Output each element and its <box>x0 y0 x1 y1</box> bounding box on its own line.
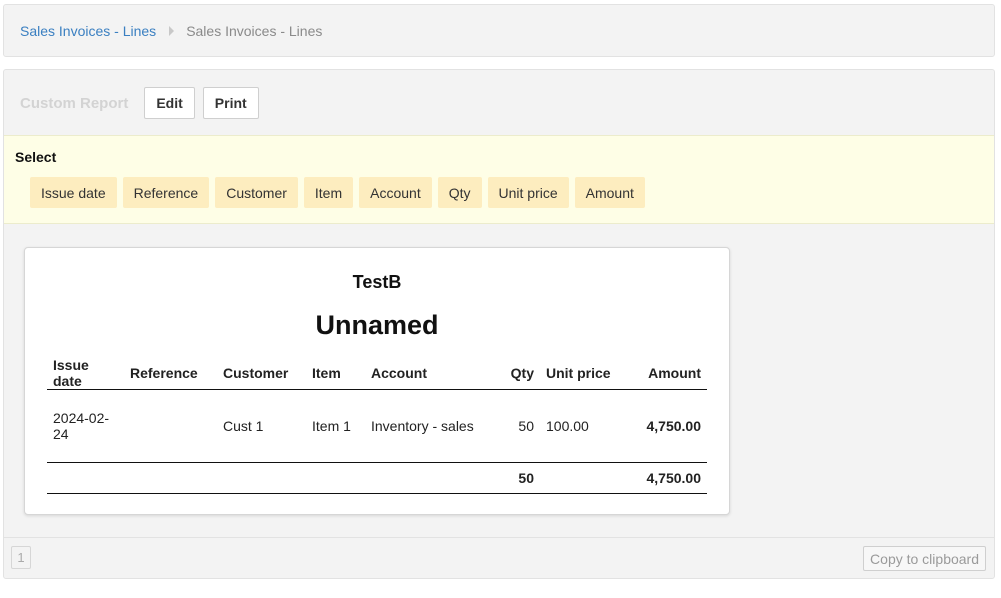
total-amount: 4,750.00 <box>627 462 707 494</box>
column-header-qty: Qty <box>482 357 540 390</box>
report-title: Unnamed <box>315 310 439 340</box>
column-chip-amount[interactable]: Amount <box>574 177 645 208</box>
report-type-title: Custom Report <box>20 94 129 112</box>
cell-unit-price: 100.00 <box>546 418 589 434</box>
cell-issue-date: 2024-02-24 <box>53 410 110 442</box>
column-header-amount: Amount <box>627 357 707 390</box>
table-row: 2024-02-24 Cust 1 Item 1 Inventory - sal… <box>47 390 707 463</box>
column-header-issue-date: Issue date <box>47 357 124 390</box>
select-label: Select <box>15 149 57 165</box>
cell-qty: 50 <box>518 418 534 434</box>
chevron-right-icon <box>169 25 175 36</box>
column-chip-issue-date[interactable]: Issue date <box>30 177 117 208</box>
column-chip-item[interactable]: Item <box>303 177 354 208</box>
column-chips: Issue date Reference Customer Item Accou… <box>30 177 651 208</box>
totals-row: 50 4,750.00 <box>47 462 707 494</box>
cell-amount: 4,750.00 <box>646 418 702 434</box>
column-header-customer: Customer <box>217 357 306 390</box>
column-chip-reference[interactable]: Reference <box>122 177 210 208</box>
cell-item: Item 1 <box>312 418 351 434</box>
report-panel: Custom Report Edit Print Select Issue da… <box>3 69 995 579</box>
page-number-button[interactable]: 1 <box>11 546 31 569</box>
breadcrumb-link-sales-invoices-lines[interactable]: Sales Invoices - Lines <box>20 23 156 39</box>
column-chip-unit-price[interactable]: Unit price <box>487 177 569 208</box>
cell-account: Inventory - sales <box>371 418 474 434</box>
edit-button[interactable]: Edit <box>144 87 195 119</box>
column-header-item: Item <box>306 357 365 390</box>
breadcrumb: Sales Invoices - Lines Sales Invoices - … <box>3 4 995 57</box>
table-header-row: Issue date Reference Customer Item Accou… <box>47 357 707 390</box>
cell-customer: Cust 1 <box>223 418 264 434</box>
company-name: TestB <box>352 272 402 292</box>
column-header-unit-price: Unit price <box>540 357 627 390</box>
column-chip-customer[interactable]: Customer <box>215 177 298 208</box>
breadcrumb-current: Sales Invoices - Lines <box>186 22 323 39</box>
report-table: Issue date Reference Customer Item Accou… <box>47 357 707 494</box>
select-columns-area: Select Issue date Reference Customer Ite… <box>4 135 994 224</box>
copy-to-clipboard-button[interactable]: Copy to clipboard <box>863 546 986 571</box>
column-chip-qty[interactable]: Qty <box>437 177 482 208</box>
column-chip-account[interactable]: Account <box>359 177 432 208</box>
cell-reference <box>124 390 217 463</box>
toolbar: Custom Report Edit Print <box>20 87 267 119</box>
column-header-account: Account <box>365 357 482 390</box>
print-button[interactable]: Print <box>202 87 259 119</box>
report-card: TestB Unnamed Issue date Reference Custo… <box>24 247 730 515</box>
total-qty: 50 <box>482 462 540 494</box>
report-footer: 1 Copy to clipboard <box>4 537 994 578</box>
column-header-reference: Reference <box>124 357 217 390</box>
